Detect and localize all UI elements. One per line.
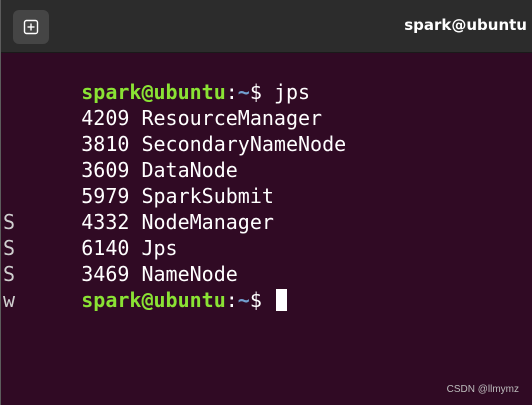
active-prompt-line: w spark@ubuntu:~$ (3, 261, 287, 312)
window-title: spark@ubuntu (404, 16, 527, 34)
terminal-area[interactable]: spark@ubuntu:~$ jps 4209 ResourceManager… (1, 52, 532, 405)
new-tab-button[interactable] (13, 10, 49, 44)
prompt-user-host: spark@ubuntu (81, 288, 226, 312)
output-line: S 6140 Jps (3, 209, 178, 260)
edge-artifact: w (3, 288, 16, 312)
output-line: 5979 SparkSubmit (9, 157, 274, 208)
prompt-symbol: $ (249, 288, 274, 312)
output-line: 4209 ResourceManager (9, 79, 322, 130)
terminal-window: spark@ubuntu spark@ubuntu:~$ jps 4209 Re… (0, 0, 532, 405)
prompt-separator: : (225, 288, 238, 312)
text-cursor (275, 289, 287, 311)
title-bar: spark@ubuntu (1, 0, 532, 53)
prompt-path: ~ (237, 288, 250, 312)
output-line: 3609 DataNode (9, 131, 238, 182)
new-tab-icon (23, 19, 39, 35)
output-line: 3810 SecondaryNameNode (9, 105, 346, 156)
command-line: spark@ubuntu:~$ jps (9, 53, 310, 104)
output-line: S 4332 NodeManager (3, 183, 274, 234)
watermark: CSDN @llmymz (446, 384, 519, 395)
output-line: S 3469 NameNode (3, 235, 238, 286)
